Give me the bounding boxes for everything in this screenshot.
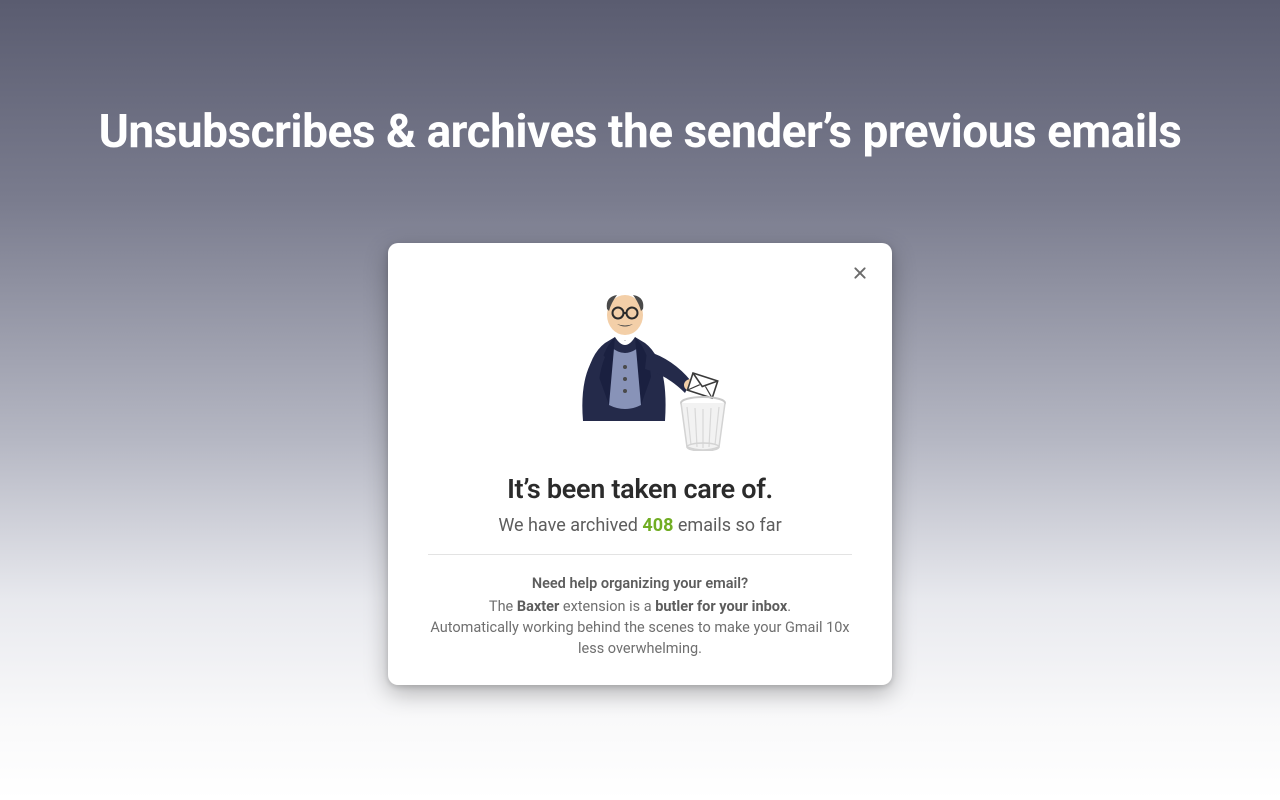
- promo-brand: Baxter: [517, 598, 559, 615]
- archive-prefix: We have archived: [498, 515, 642, 536]
- archive-count: 408: [642, 515, 673, 536]
- close-button[interactable]: [846, 259, 874, 287]
- divider: [428, 554, 852, 555]
- page-headline: Unsubscribes & archives the sender’s pre…: [0, 105, 1280, 159]
- promo-line3: Automatically working behind the scenes …: [430, 619, 849, 657]
- butler-illustration: [545, 281, 735, 451]
- promo-line2: The Baxter extension is a butler for you…: [489, 598, 791, 615]
- confirmation-card: It’s been taken care of. We have archive…: [388, 243, 892, 685]
- close-icon: [852, 265, 868, 281]
- card-title: It’s been taken care of.: [428, 473, 852, 505]
- archive-suffix: emails so far: [673, 515, 781, 536]
- promo-question: Need help organizing your email?: [428, 573, 852, 594]
- promo-block: Need help organizing your email? The Bax…: [428, 573, 852, 659]
- promo-tagline: butler for your inbox: [655, 598, 787, 615]
- archive-summary: We have archived 408 emails so far: [428, 515, 852, 536]
